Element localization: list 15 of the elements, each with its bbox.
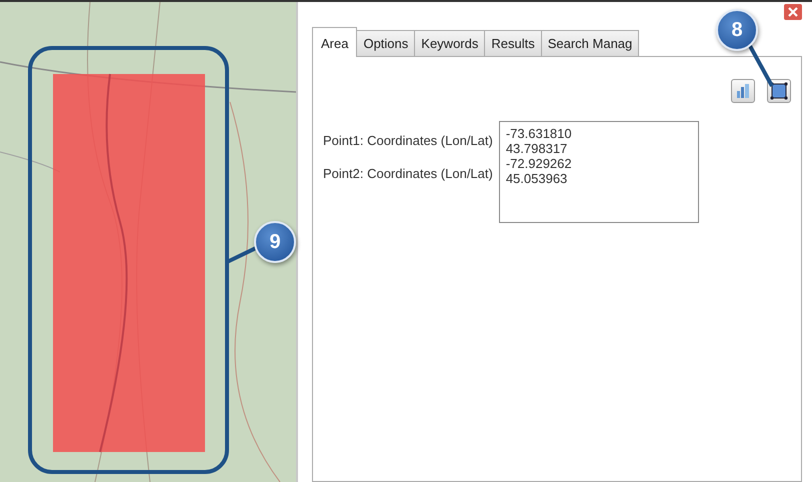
chart-button[interactable] [731, 79, 755, 103]
leader-line [748, 45, 774, 87]
point-label: Point1: Coordinates (Lon/Lat) [323, 133, 493, 148]
rectangle-icon [770, 82, 788, 100]
tab[interactable]: Area [312, 27, 358, 57]
point-label: Point2: Coordinates (Lon/Lat) [323, 166, 493, 181]
coordinates-field[interactable]: -73.631810 43.798317 -72.929262 45.053963 [498, 121, 699, 223]
leader-line [226, 246, 257, 264]
close-button[interactable] [784, 4, 802, 20]
bar-chart-icon [735, 83, 751, 99]
tab[interactable]: Search Manag [540, 30, 640, 56]
tab[interactable]: Keywords [414, 30, 486, 56]
draw-rectangle-button[interactable] [767, 79, 791, 103]
tab[interactable]: Results [484, 30, 542, 56]
tab[interactable]: Options [356, 30, 416, 56]
